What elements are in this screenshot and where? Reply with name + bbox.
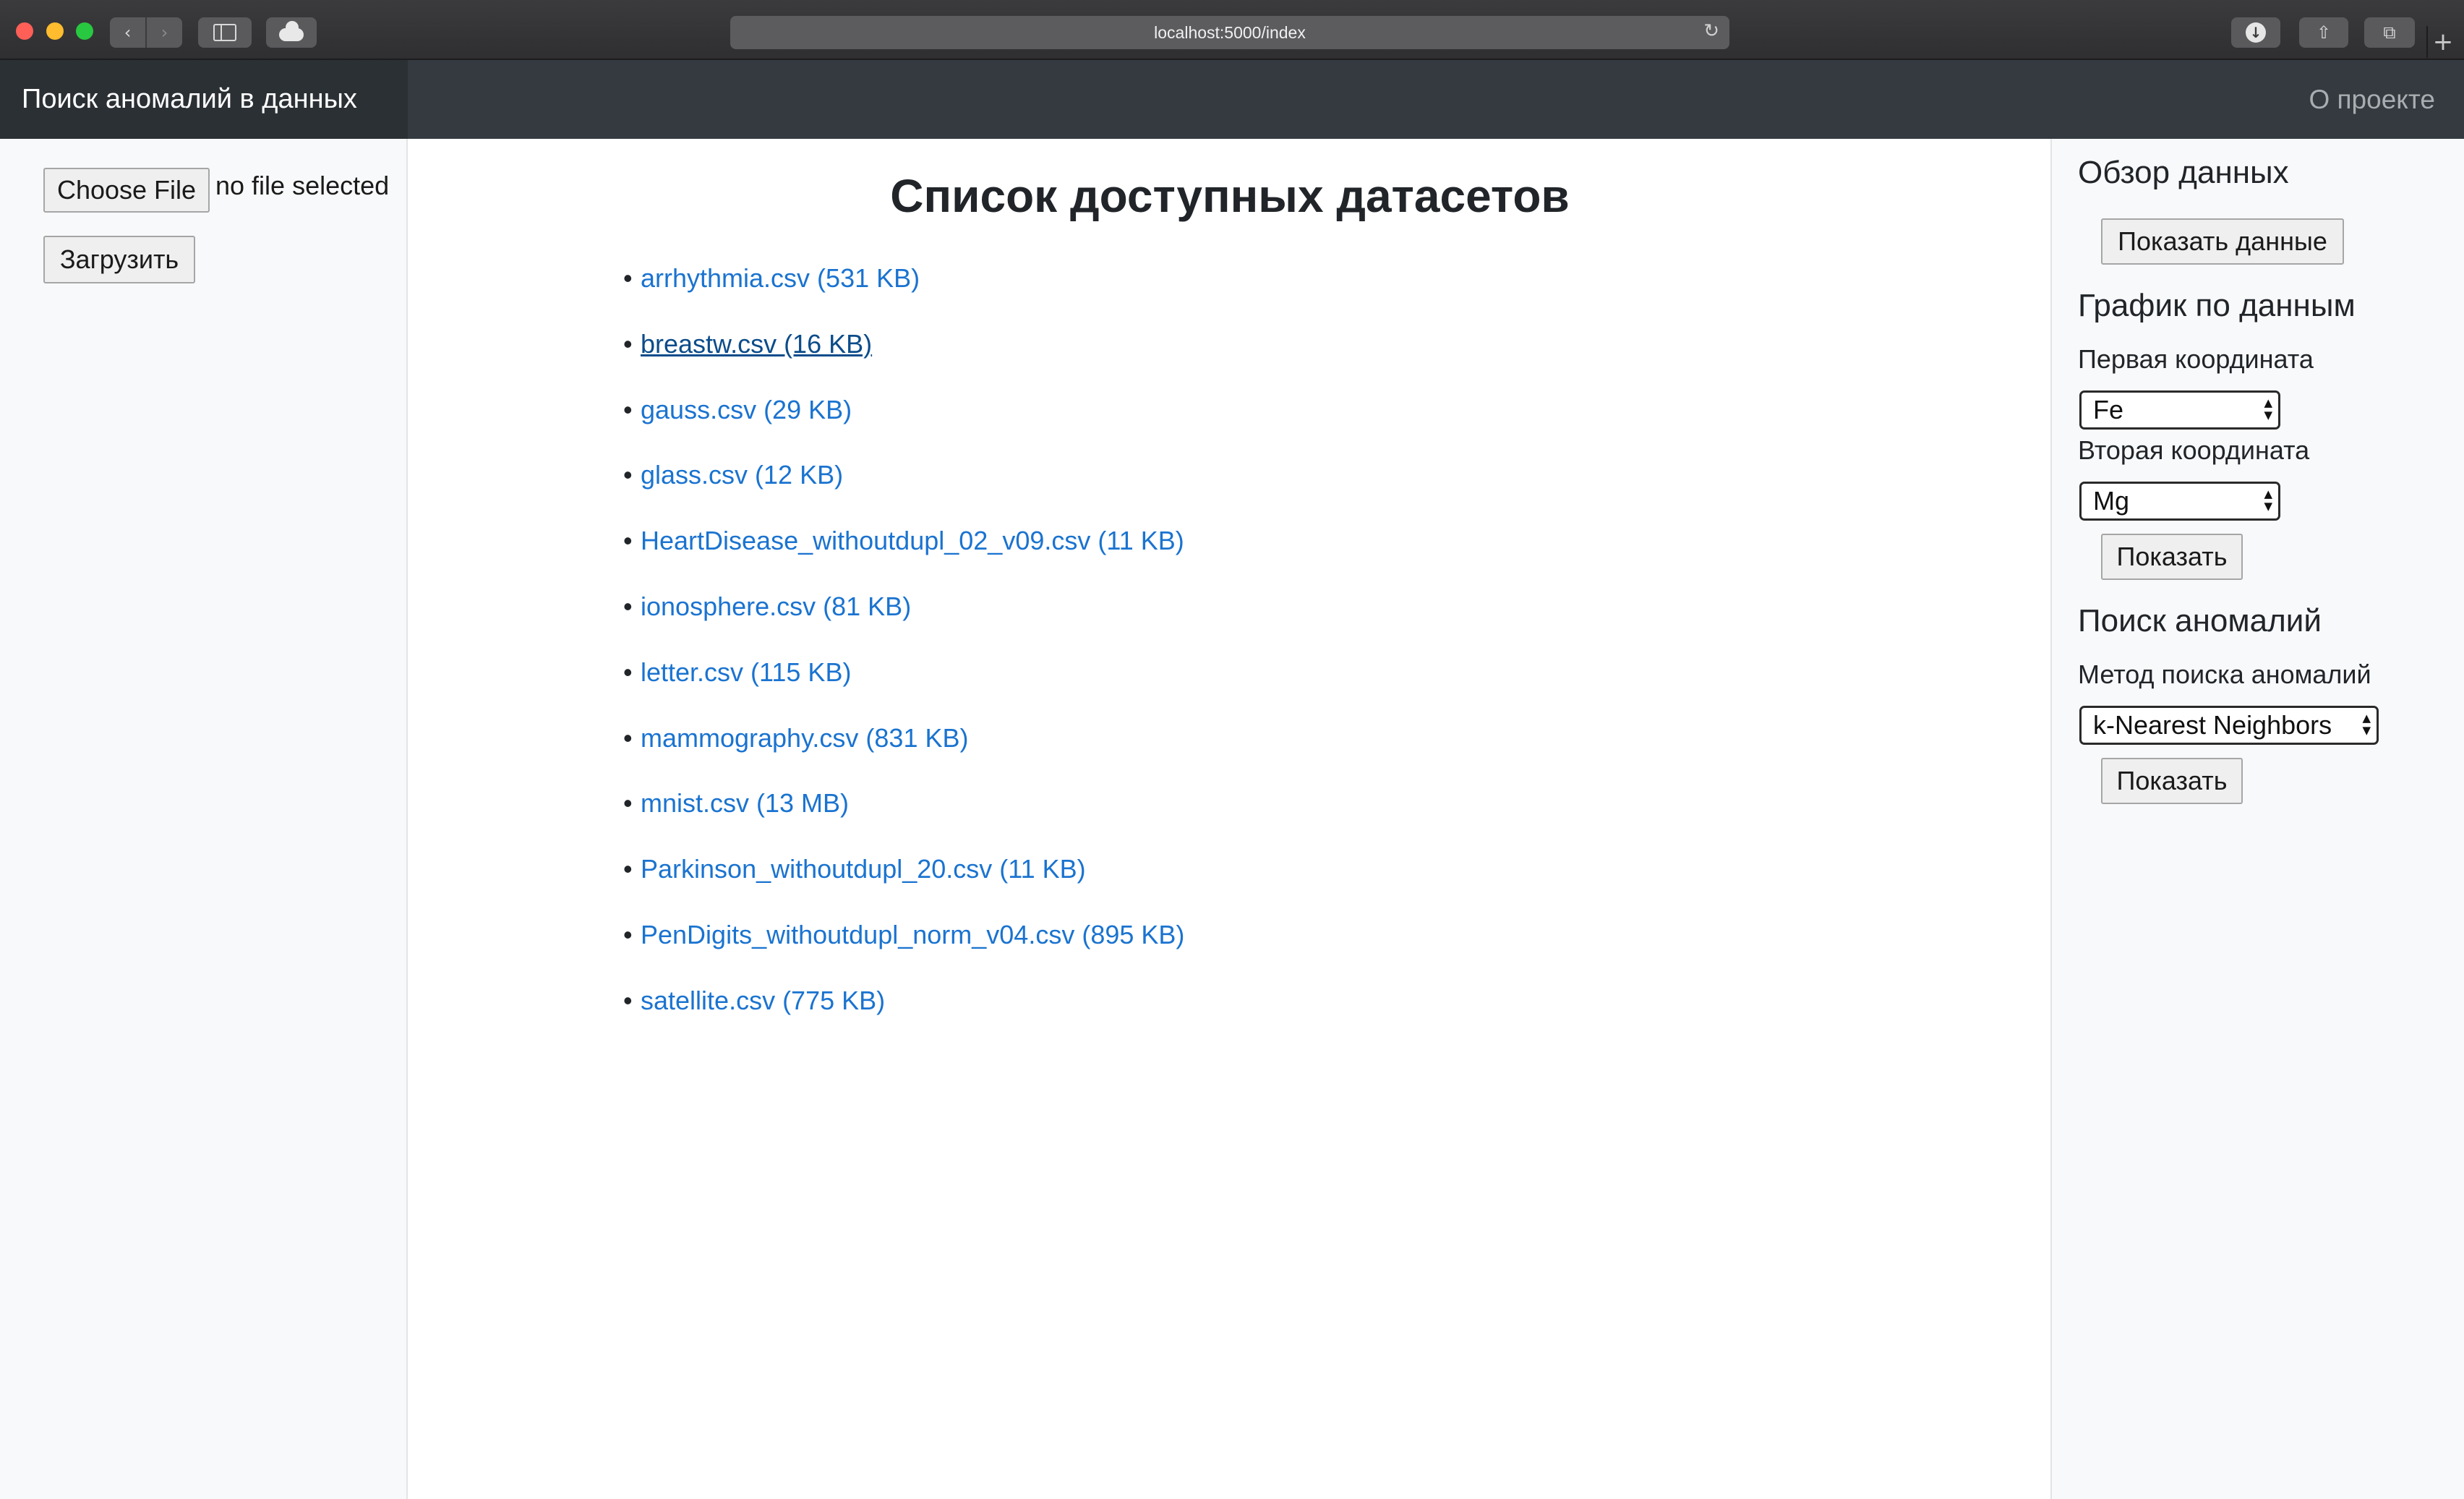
- second-coord-value: Mg: [2093, 486, 2130, 516]
- dataset-link[interactable]: breastw.csv (16 KB): [641, 329, 872, 359]
- download-icon: ↓: [2246, 22, 2266, 43]
- dataset-link[interactable]: letter.csv (115 KB): [641, 657, 851, 688]
- dataset-link[interactable]: HeartDisease_withoutdupl_02_v09.csv (11 …: [641, 526, 1184, 556]
- dataset-list-item: • mammography.csv (831 KB): [623, 723, 1184, 789]
- select-arrows-icon: ▲ ▼: [2362, 712, 2371, 737]
- dataset-list-item: • Parkinson_withoutdupl_20.csv (11 KB): [623, 854, 1184, 920]
- dataset-link[interactable]: mnist.csv (13 MB): [641, 788, 849, 819]
- bullet-icon: •: [623, 460, 633, 490]
- cloud-icon: [279, 21, 304, 41]
- fullscreen-window-button[interactable]: [76, 22, 93, 40]
- first-coord-label: Первая координата: [2078, 344, 2314, 374]
- browser-toolbar: ‹ › localhost:5000/index ↻ ↓ ⇧ ⧉ +: [0, 0, 2464, 60]
- second-coord-select[interactable]: Mg ▲ ▼: [2079, 482, 2280, 521]
- address-bar[interactable]: localhost:5000/index ↻: [730, 16, 1729, 49]
- history-nav: ‹ ›: [110, 17, 182, 48]
- select-arrows-icon: ▲ ▼: [2264, 487, 2272, 513]
- downloads-button[interactable]: ↓: [2231, 17, 2280, 48]
- dataset-list-item: • HeartDisease_withoutdupl_02_v09.csv (11…: [623, 526, 1184, 592]
- no-file-selected-text: no file selected: [215, 171, 390, 200]
- right-sidebar: Обзор данных Показать данные График по д…: [2050, 139, 2464, 1499]
- share-button[interactable]: ⇧: [2299, 17, 2348, 48]
- bullet-icon: •: [623, 919, 633, 949]
- plot-heading: График по данным: [2078, 288, 2356, 323]
- bullet-icon: •: [623, 591, 633, 621]
- sidebar-icon: [213, 24, 236, 41]
- about-link[interactable]: О проекте: [2309, 85, 2435, 115]
- url-text: localhost:5000/index: [1154, 22, 1306, 42]
- brand-area: Поиск аномалий в данных: [0, 60, 408, 139]
- tabs-icon: ⧉: [2383, 22, 2396, 43]
- new-tab-plus-icon[interactable]: +: [2426, 26, 2458, 58]
- left-sidebar: Choose File no file selected Загрузить: [0, 139, 408, 1499]
- minimize-window-button[interactable]: [46, 22, 64, 40]
- bullet-icon: •: [623, 722, 633, 753]
- sidebar-toggle-button[interactable]: [198, 17, 252, 48]
- dataset-link[interactable]: arrhythmia.csv (531 KB): [641, 263, 920, 294]
- dataset-link[interactable]: gauss.csv (29 KB): [641, 395, 852, 425]
- forward-arrow-icon[interactable]: ›: [145, 17, 182, 48]
- icloud-tabs-button[interactable]: [266, 17, 317, 48]
- bullet-icon: •: [623, 657, 633, 687]
- overview-heading: Обзор данных: [2078, 155, 2289, 190]
- anomaly-method-value: k-Nearest Neighbors: [2093, 710, 2332, 740]
- dataset-link[interactable]: glass.csv (12 KB): [641, 460, 843, 490]
- dataset-link[interactable]: Parkinson_withoutdupl_20.csv (11 KB): [641, 854, 1086, 884]
- dataset-list: • arrhythmia.csv (531 KB) • breastw.csv (16…: [623, 263, 1184, 1051]
- bullet-icon: •: [623, 788, 633, 819]
- bullet-icon: •: [623, 263, 633, 293]
- select-arrows-icon: ▲ ▼: [2264, 396, 2272, 422]
- bullet-icon: •: [623, 985, 633, 1015]
- bullet-icon: •: [623, 526, 633, 556]
- share-icon: ⇧: [2316, 22, 2332, 43]
- dataset-link[interactable]: mammography.csv (831 KB): [641, 723, 968, 753]
- back-arrow-icon[interactable]: ‹: [110, 17, 145, 48]
- brand-link[interactable]: Поиск аномалий в данных: [22, 84, 357, 115]
- dataset-list-item: • ionosphere.csv (81 KB): [623, 592, 1184, 657]
- dataset-list-item: • satellite.csv (775 KB): [623, 986, 1184, 1051]
- first-coord-value: Fe: [2093, 395, 2124, 424]
- upload-button[interactable]: Загрузить: [43, 236, 195, 283]
- dataset-list-item: • PenDigits_withoutdupl_norm_v04.csv (895…: [623, 920, 1184, 986]
- second-coord-label: Вторая координата: [2078, 435, 2310, 465]
- show-data-button[interactable]: Показать данные: [2101, 218, 2344, 265]
- reload-icon[interactable]: ↻: [1703, 20, 1719, 42]
- choose-file-button[interactable]: Choose File: [43, 168, 210, 213]
- dataset-link[interactable]: ionosphere.csv (81 KB): [641, 592, 911, 622]
- first-coord-select[interactable]: Fe ▲ ▼: [2079, 390, 2280, 430]
- dataset-link[interactable]: PenDigits_withoutdupl_norm_v04.csv (895 …: [641, 920, 1184, 950]
- bullet-icon: •: [623, 328, 633, 359]
- main-content: Список доступных датасетов • arrhythmia.c…: [409, 139, 2050, 1499]
- dataset-list-item: • mnist.csv (13 MB): [623, 788, 1184, 854]
- dataset-link[interactable]: satellite.csv (775 KB): [641, 986, 885, 1016]
- dataset-list-item: • gauss.csv (29 KB): [623, 395, 1184, 461]
- close-window-button[interactable]: [16, 22, 33, 40]
- anomaly-method-label: Метод поиска аномалий: [2078, 659, 2371, 689]
- bullet-icon: •: [623, 394, 633, 424]
- show-plot-button[interactable]: Показать: [2101, 534, 2243, 580]
- dataset-list-item: • arrhythmia.csv (531 KB): [623, 263, 1184, 329]
- anomaly-heading: Поиск аномалий: [2078, 603, 2322, 639]
- dataset-list-item: • letter.csv (115 KB): [623, 657, 1184, 723]
- tab-overview-button[interactable]: ⧉: [2364, 17, 2415, 48]
- app-navbar: Поиск аномалий в данных О проекте: [0, 60, 2464, 139]
- dataset-list-item: • glass.csv (12 KB): [623, 460, 1184, 526]
- bullet-icon: •: [623, 854, 633, 884]
- page-title: Список доступных датасетов: [890, 170, 1570, 222]
- show-anomaly-button[interactable]: Показать: [2101, 758, 2243, 804]
- dataset-list-item: • breastw.csv (16 KB): [623, 329, 1184, 395]
- anomaly-method-select[interactable]: k-Nearest Neighbors ▲ ▼: [2079, 706, 2379, 745]
